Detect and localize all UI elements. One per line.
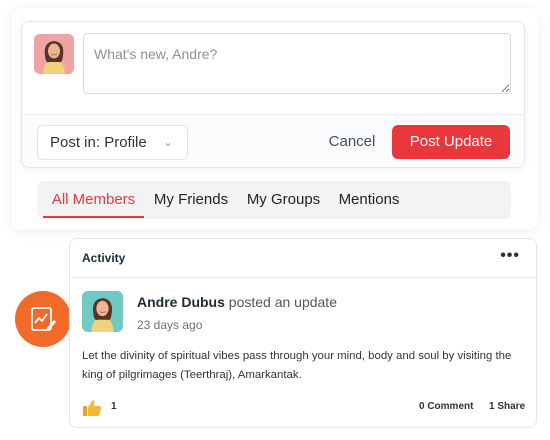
tab-all-members[interactable]: All Members — [43, 181, 144, 219]
activity-header: Activity ••• — [70, 239, 536, 278]
activity-fab[interactable] — [15, 291, 71, 347]
post-body: Let the divinity of spiritual vibes pass… — [82, 350, 512, 381]
thumbs-up-icon[interactable] — [82, 399, 102, 422]
activity-title: Activity — [82, 251, 126, 265]
composer-footer: Post in: Profile ⌄ Cancel Post Update — [22, 114, 524, 167]
user-avatar — [34, 34, 74, 74]
author-avatar[interactable] — [82, 291, 123, 332]
cancel-button[interactable]: Cancel — [324, 125, 380, 159]
edit-chart-icon — [31, 307, 56, 331]
post-composer: Post in: Profile ⌄ Cancel Post Update — [21, 21, 525, 168]
more-dots-icon[interactable]: ••• — [500, 247, 520, 265]
chevron-down-icon: ⌄ — [162, 135, 173, 149]
post-in-select[interactable]: Post in: Profile ⌄ — [37, 125, 188, 160]
post-update-button[interactable]: Post Update — [392, 125, 510, 159]
comment-count[interactable]: 0 Comment — [419, 401, 473, 412]
tab-my-friends[interactable]: My Friends — [151, 181, 231, 219]
activity-card: Activity ••• Andre Dubus posted an updat… — [69, 238, 537, 428]
post-in-label: Post in: Profile — [50, 134, 147, 151]
tab-mentions[interactable]: Mentions — [335, 181, 403, 219]
tab-my-groups[interactable]: My Groups — [242, 181, 325, 219]
share-count[interactable]: 1 Share — [489, 401, 525, 412]
post-time: 23 days ago — [137, 318, 203, 332]
post-input[interactable] — [83, 33, 511, 94]
feed-tabs: All Members My Friends My Groups Mention… — [37, 181, 511, 219]
post-meta: Andre Dubus posted an update — [137, 294, 337, 310]
post-action: posted an update — [228, 294, 337, 310]
author-name[interactable]: Andre Dubus — [137, 294, 225, 310]
like-count: 1 — [111, 401, 117, 412]
